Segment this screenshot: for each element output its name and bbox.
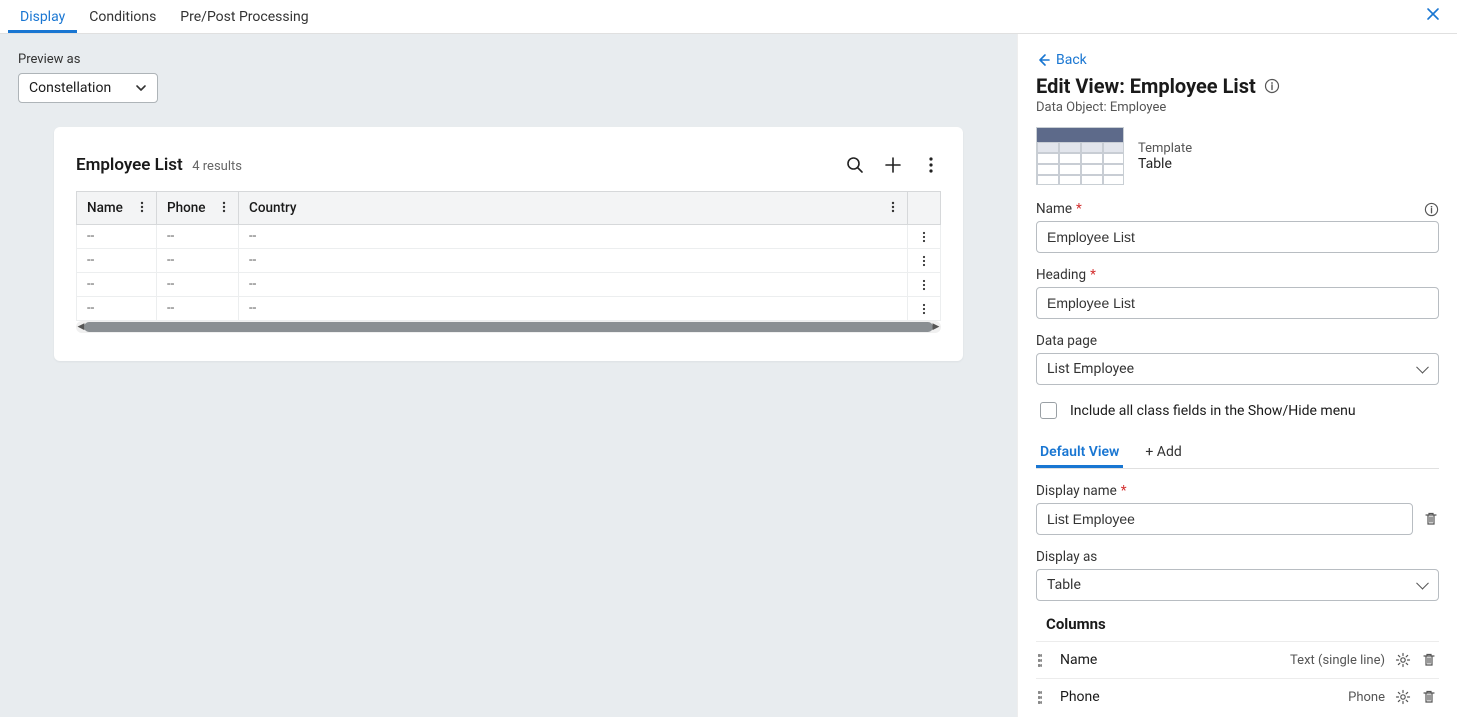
preview-pane: Preview as Constellation Employee List 4…: [0, 34, 1017, 717]
table-cell: --: [77, 249, 157, 273]
info-icon[interactable]: [1424, 202, 1439, 217]
col-menu-icon[interactable]: [218, 201, 230, 213]
col-menu-icon[interactable]: [136, 201, 148, 213]
col-header-country[interactable]: Country: [239, 192, 908, 225]
table-row: ------: [77, 249, 941, 273]
drag-handle-icon[interactable]: [1038, 654, 1050, 667]
gear-icon[interactable]: [1395, 689, 1411, 705]
card-title: Employee List: [76, 155, 183, 175]
subtab-add[interactable]: + Add: [1141, 436, 1185, 468]
template-label: Template: [1138, 141, 1192, 156]
table-cell: --: [239, 297, 908, 321]
col-header-name[interactable]: Name: [77, 192, 157, 225]
table-cell: --: [157, 297, 239, 321]
tab-display[interactable]: Display: [8, 1, 77, 33]
search-icon[interactable]: [845, 155, 865, 175]
add-icon[interactable]: [883, 155, 903, 175]
column-name: Phone: [1060, 689, 1338, 705]
table-cell: --: [77, 273, 157, 297]
preview-as-label: Preview as: [18, 52, 999, 67]
column-item[interactable]: Name Text (single line): [1036, 641, 1439, 678]
view-subtabs: Default View + Add: [1036, 436, 1439, 469]
include-all-checkbox[interactable]: [1040, 402, 1057, 419]
row-menu-icon[interactable]: [908, 297, 941, 321]
row-menu-icon[interactable]: [908, 225, 941, 249]
info-icon[interactable]: [1264, 78, 1280, 94]
heading-input[interactable]: [1036, 287, 1439, 319]
preview-as-value: Constellation: [29, 80, 111, 96]
template-thumbnail[interactable]: [1036, 127, 1124, 185]
tab-prepost[interactable]: Pre/Post Processing: [168, 1, 320, 33]
scrollbar-thumb[interactable]: [84, 322, 933, 332]
gear-icon[interactable]: [1395, 652, 1411, 668]
trash-icon[interactable]: [1421, 689, 1437, 705]
displayas-select[interactable]: Table: [1036, 569, 1439, 601]
table-cell: --: [239, 249, 908, 273]
drag-handle-icon[interactable]: [1038, 691, 1050, 704]
row-menu-icon[interactable]: [908, 249, 941, 273]
panel-title: Edit View: Employee List: [1036, 74, 1439, 98]
scroll-right-icon[interactable]: ▶: [931, 321, 941, 333]
table-row: ------: [77, 297, 941, 321]
table-cell: --: [77, 225, 157, 249]
panel-subtitle: Data Object: Employee: [1036, 100, 1439, 115]
data-table: Name Phone Country: [76, 191, 941, 321]
include-all-checkbox-row[interactable]: Include all class fields in the Show/Hid…: [1036, 399, 1439, 422]
col-header-label: Phone: [167, 200, 206, 216]
top-tabs: Display Conditions Pre/Post Processing: [0, 0, 1457, 34]
table-cell: --: [239, 225, 908, 249]
back-link-text: Back: [1056, 52, 1087, 68]
chevron-down-icon: [135, 82, 147, 94]
table-cell: --: [239, 273, 908, 297]
preview-as-select[interactable]: Constellation: [18, 73, 158, 103]
column-type: Text (single line): [1290, 653, 1385, 668]
displayas-label: Display as: [1036, 549, 1439, 565]
col-header-actions: [908, 192, 941, 225]
displayname-input[interactable]: [1036, 503, 1413, 535]
datapage-label: Data page: [1036, 333, 1439, 349]
include-all-label: Include all class fields in the Show/Hid…: [1070, 403, 1356, 419]
col-header-label: Country: [249, 200, 297, 216]
trash-icon[interactable]: [1423, 511, 1439, 527]
trash-icon[interactable]: [1421, 652, 1437, 668]
table-cell: --: [157, 249, 239, 273]
col-header-label: Name: [87, 200, 123, 216]
more-icon[interactable]: [921, 155, 941, 175]
arrow-left-icon: [1036, 53, 1050, 67]
name-label: Name*: [1036, 201, 1439, 217]
card-subtitle: 4 results: [192, 159, 242, 174]
column-item[interactable]: Phone Phone: [1036, 678, 1439, 715]
template-row: Template Table: [1036, 127, 1439, 185]
back-link[interactable]: Back: [1036, 52, 1087, 68]
side-panel: Back Edit View: Employee List Data Objec…: [1017, 34, 1457, 717]
horizontal-scrollbar[interactable]: ◀ ▶: [76, 321, 941, 333]
col-header-phone[interactable]: Phone: [157, 192, 239, 225]
column-type: Phone: [1348, 690, 1385, 705]
displayname-label: Display name*: [1036, 483, 1439, 499]
col-menu-icon[interactable]: [887, 201, 899, 213]
preview-card: Employee List 4 results: [54, 127, 963, 361]
table-cell: --: [77, 297, 157, 321]
table-cell: --: [157, 273, 239, 297]
table-row: ------: [77, 225, 941, 249]
table-row: ------: [77, 273, 941, 297]
table-cell: --: [157, 225, 239, 249]
tab-conditions[interactable]: Conditions: [77, 1, 168, 33]
column-name: Name: [1060, 652, 1280, 668]
heading-label: Heading*: [1036, 267, 1439, 283]
table-header-row: Name Phone Country: [77, 192, 941, 225]
subtab-default-view[interactable]: Default View: [1036, 436, 1123, 468]
datapage-select[interactable]: List Employee: [1036, 353, 1439, 385]
row-menu-icon[interactable]: [908, 273, 941, 297]
columns-heading: Columns: [1046, 615, 1439, 633]
close-icon[interactable]: [1425, 6, 1441, 22]
name-input[interactable]: [1036, 221, 1439, 253]
template-value: Table: [1138, 156, 1192, 172]
